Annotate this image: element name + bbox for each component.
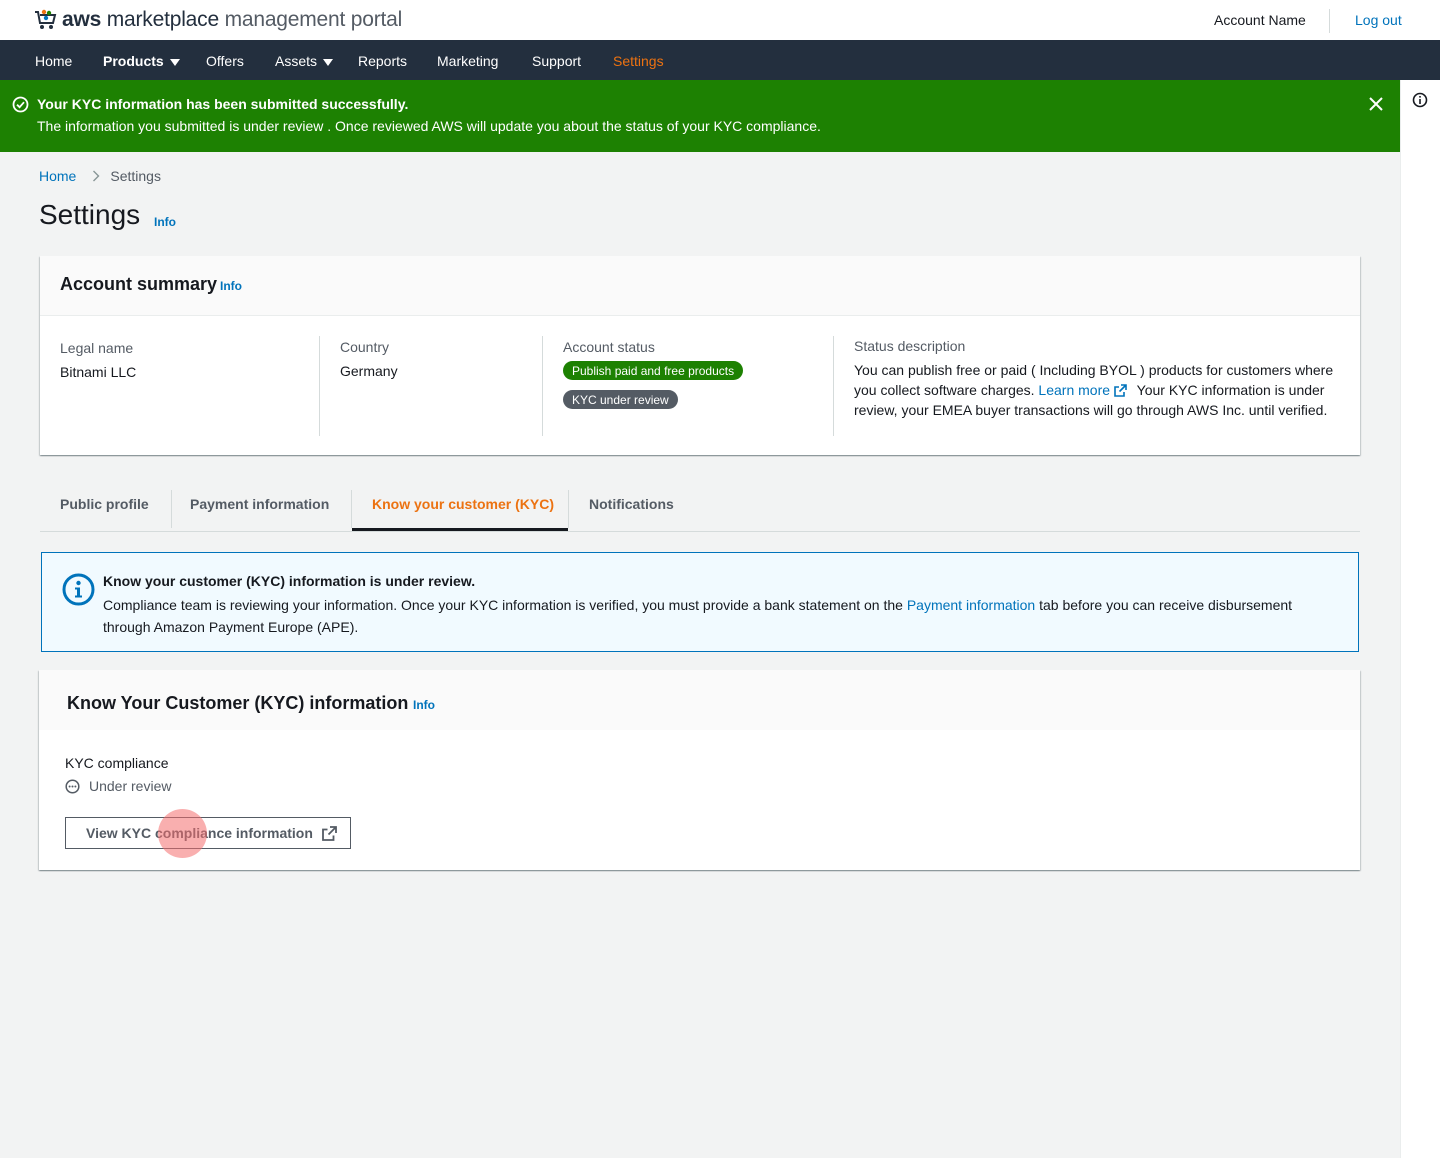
tab-kyc[interactable]: Know your customer (KYC) <box>372 487 554 531</box>
nav-support[interactable]: Support <box>532 53 581 69</box>
nav-settings[interactable]: Settings <box>613 53 664 69</box>
external-link-icon <box>322 825 337 841</box>
tools-panel-strip <box>1400 80 1440 1158</box>
account-name[interactable]: Account Name <box>1214 12 1306 28</box>
check-circle-icon <box>12 96 29 113</box>
account-summary-info-link[interactable]: Info <box>220 279 242 293</box>
breadcrumb-current: Settings <box>110 168 161 184</box>
header-divider <box>1329 9 1330 33</box>
account-status-label: Account status <box>563 339 655 355</box>
main-navigation: Home Products Offers Assets Reports Mark… <box>0 40 1440 80</box>
kyc-compliance-label: KYC compliance <box>65 755 169 771</box>
active-tab-indicator <box>352 528 568 531</box>
flash-title: Your KYC information has been submitted … <box>37 96 409 112</box>
tab-divider <box>351 490 352 528</box>
nav-assets[interactable]: Assets <box>275 53 334 69</box>
external-link-icon[interactable] <box>1114 384 1127 397</box>
status-pending-icon <box>65 778 80 794</box>
legal-name-label: Legal name <box>60 340 134 356</box>
brand-marketplace: marketplace <box>106 8 219 31</box>
view-kyc-compliance-button[interactable]: View KYC compliance information <box>65 817 351 849</box>
kyc-compliance-status-text: Under review <box>89 778 172 794</box>
status-badge-kyc: KYC under review <box>563 390 678 409</box>
info-circle-icon <box>62 573 95 606</box>
kyc-info-link[interactable]: Info <box>413 698 435 712</box>
brand-management-portal: management portal <box>224 8 403 31</box>
tab-divider <box>568 490 569 528</box>
nav-home[interactable]: Home <box>35 53 72 69</box>
nav-marketing[interactable]: Marketing <box>437 53 498 69</box>
tab-payment-information[interactable]: Payment information <box>190 487 329 531</box>
kyc-compliance-status: Under review <box>65 778 171 794</box>
caret-down-icon <box>323 58 334 66</box>
column-divider <box>319 336 320 436</box>
settings-tabs: Public profile Payment information Know … <box>40 487 1360 532</box>
nav-products[interactable]: Products <box>103 53 180 69</box>
kyc-card-header: Know Your Customer (KYC) information Inf… <box>39 670 1360 730</box>
view-kyc-compliance-label: View KYC compliance information <box>86 825 313 841</box>
account-summary-card: Account summary Info Legal name Bitnami … <box>40 256 1360 455</box>
breadcrumb: Home Settings <box>39 168 161 184</box>
caret-down-icon <box>169 58 180 66</box>
page-info-link[interactable]: Info <box>154 215 176 229</box>
top-header: aws marketplace management portal Accoun… <box>0 0 1440 40</box>
cart-logo-icon <box>35 9 57 29</box>
success-flash-banner: Your KYC information has been submitted … <box>0 80 1400 152</box>
close-icon[interactable] <box>1368 96 1384 112</box>
column-divider <box>833 336 834 436</box>
status-description-label: Status description <box>854 338 966 354</box>
info-circle-icon[interactable] <box>1412 92 1428 108</box>
legal-name-value: Bitnami LLC <box>60 364 137 380</box>
aws-marketplace-logo[interactable]: aws marketplace management portal <box>34 6 402 34</box>
kyc-information-card: Know Your Customer (KYC) information Inf… <box>39 670 1360 870</box>
country-label: Country <box>340 339 390 355</box>
status-badge-publish: Publish paid and free products <box>563 361 744 380</box>
payment-information-link[interactable]: Payment information <box>907 597 1035 613</box>
alert-message: Compliance team is reviewing your inform… <box>103 594 1343 638</box>
learn-more-link[interactable]: Learn more <box>1038 382 1110 398</box>
alert-text-part1: Compliance team is reviewing your inform… <box>103 597 903 613</box>
page-title: Settings <box>39 199 141 230</box>
tab-divider <box>171 490 172 528</box>
chevron-right-icon <box>93 170 100 182</box>
tab-public-profile[interactable]: Public profile <box>60 487 149 531</box>
nav-offers[interactable]: Offers <box>206 53 244 69</box>
alert-title: Know your customer (KYC) information is … <box>103 573 476 589</box>
column-divider <box>542 336 543 436</box>
breadcrumb-home[interactable]: Home <box>39 168 76 184</box>
nav-products-label: Products <box>103 53 164 69</box>
kyc-review-alert: Know your customer (KYC) information is … <box>41 552 1359 652</box>
flash-message: The information you submitted is under r… <box>37 118 821 134</box>
status-description: You can publish free or paid ( Including… <box>854 360 1334 420</box>
nav-reports[interactable]: Reports <box>358 53 407 69</box>
tab-notifications[interactable]: Notifications <box>589 487 674 531</box>
account-summary-title: Account summary <box>60 274 218 294</box>
nav-assets-label: Assets <box>275 53 318 69</box>
logout-link[interactable]: Log out <box>1355 12 1402 28</box>
account-summary-header: Account summary Info <box>40 256 1360 316</box>
brand-aws: aws <box>62 8 102 31</box>
country-value: Germany <box>340 363 398 379</box>
kyc-card-title: Know Your Customer (KYC) information <box>67 693 409 713</box>
